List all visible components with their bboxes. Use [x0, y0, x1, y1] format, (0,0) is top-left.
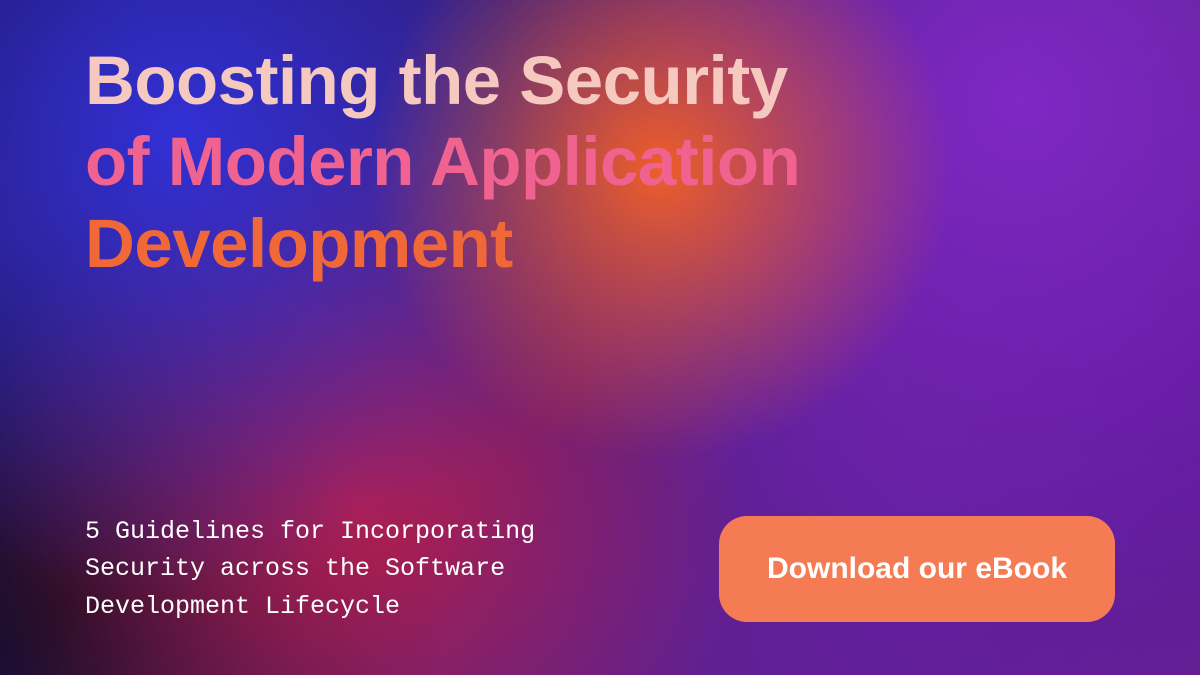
download-ebook-button[interactable]: Download our eBook — [719, 516, 1115, 622]
headline-line-3: Development — [85, 205, 513, 282]
headline-line-1: Boosting the Security — [85, 42, 788, 119]
bottom-row: 5 Guidelines for Incorporating Security … — [85, 513, 1115, 626]
main-headline: Boosting the Security of Modern Applicat… — [85, 40, 1115, 284]
subheading-text: 5 Guidelines for Incorporating Security … — [85, 513, 605, 626]
headline-line-2: of Modern Application — [85, 123, 800, 200]
content-wrapper: Boosting the Security of Modern Applicat… — [0, 0, 1200, 675]
